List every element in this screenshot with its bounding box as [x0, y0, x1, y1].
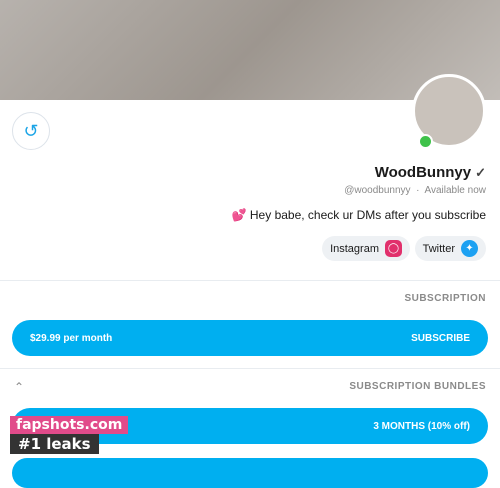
back-button[interactable]: ↺: [12, 112, 50, 150]
divider: [0, 368, 500, 369]
subscribe-button[interactable]: $29.99 per month SUBSCRIBE: [12, 320, 488, 356]
watermark-line1: fapshots.com: [10, 416, 129, 434]
profile-name-row: WoodBunnyy ✓: [375, 164, 486, 181]
twitter-icon: ✦: [461, 240, 478, 257]
watermark-badge: fapshots.com #1 leaks: [10, 416, 129, 454]
profile-name: WoodBunnyy: [374, 164, 472, 181]
verified-icon: ✓: [475, 164, 486, 180]
availability-status: Available now: [424, 185, 486, 196]
bundle-label: 3 MONTHS (10% off): [373, 420, 470, 432]
subscribe-price: $29.99 per month: [30, 332, 113, 344]
watermark-line2: #1 leaks: [10, 434, 99, 454]
bundle-button-partial[interactable]: [12, 458, 488, 488]
online-status-dot: [418, 134, 433, 149]
subscribe-label: SUBSCRIBE: [411, 332, 470, 344]
twitter-label: Twitter: [422, 242, 455, 255]
instagram-link[interactable]: Instagram ◯: [322, 236, 410, 261]
bundles-title: SUBSCRIPTION BUNDLES: [349, 381, 486, 392]
profile-handle: @woodbunnyy: [344, 185, 411, 196]
subscription-title: SUBSCRIPTION: [404, 293, 486, 304]
collapse-chevron-icon[interactable]: ⌃: [14, 380, 24, 394]
profile-bio: 💕 Hey babe, check ur DMs after you subsc…: [232, 208, 486, 222]
bio-text: Hey babe, check ur DMs after you subscri…: [249, 208, 486, 222]
twitter-link[interactable]: Twitter ✦: [414, 236, 486, 261]
instagram-icon: ◯: [385, 240, 402, 257]
instagram-label: Instagram: [330, 242, 379, 255]
heart-emoji-icon: 💕: [231, 208, 247, 222]
back-arrow-icon: ↺: [23, 120, 39, 141]
divider: [0, 280, 500, 281]
profile-meta: @woodbunnyy · Available now: [344, 185, 486, 196]
